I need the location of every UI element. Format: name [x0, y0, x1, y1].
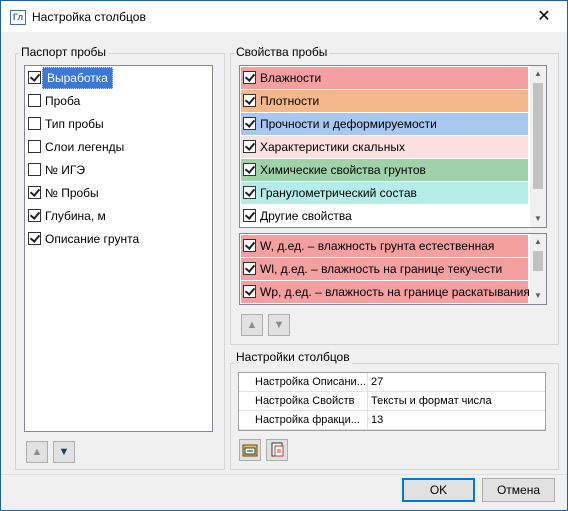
- property-group-item-label: Гранулометрический состав: [260, 186, 417, 200]
- property-group-item[interactable]: Плотности: [241, 90, 528, 112]
- checkbox[interactable]: [28, 186, 41, 199]
- checkbox[interactable]: [243, 117, 256, 130]
- passport-item-label: Описание грунта: [45, 232, 140, 246]
- close-icon[interactable]: ✕: [521, 1, 567, 32]
- property-column-item[interactable]: Wp, д.ед. – влажность на границе раскаты…: [241, 281, 530, 303]
- app-icon: Гл: [10, 10, 26, 25]
- passport-item-label: Глубина, м: [45, 209, 106, 223]
- property-group-item-label: Характеристики скальных: [260, 140, 406, 154]
- property-group-item[interactable]: Характеристики скальных: [241, 136, 528, 158]
- property-column-item[interactable]: Wl, д.ед. – влажность на границе текучес…: [241, 258, 528, 280]
- settings-row[interactable]: Настройка фракци... 13: [239, 411, 545, 430]
- title-bar: Гл Настройка столбцов ✕: [1, 1, 567, 32]
- bottom-separator: [1, 474, 567, 475]
- checkbox[interactable]: [28, 232, 41, 245]
- passport-item[interactable]: Слои легенды: [26, 136, 210, 158]
- ok-button[interactable]: OK: [402, 478, 475, 502]
- checkbox[interactable]: [28, 117, 41, 130]
- passport-item-label: Выработка: [42, 67, 113, 89]
- arrow-down-icon: ▼: [273, 319, 285, 331]
- cancel-button[interactable]: Отмена: [482, 478, 555, 502]
- passport-item-label: Тип пробы: [45, 117, 104, 131]
- checkbox[interactable]: [243, 209, 256, 222]
- window-title: Настройка столбцов: [32, 10, 146, 24]
- scroll-down-icon[interactable]: ▼: [530, 288, 546, 304]
- checkbox[interactable]: [243, 262, 256, 275]
- scroll-up-icon[interactable]: ▲: [530, 234, 546, 250]
- passport-item[interactable]: Описание грунта: [26, 228, 210, 250]
- property-group-item-label: Прочности и деформируемости: [260, 117, 437, 131]
- columns-scrollbar[interactable]: ▲ ▼: [530, 234, 546, 304]
- property-group-item-label: Химические свойства грунтов: [260, 163, 426, 177]
- save-icon: [271, 442, 284, 457]
- arrow-down-icon: ▼: [58, 446, 70, 458]
- property-columns-list[interactable]: Wp, д.ед. – влажность на границе раскаты…: [239, 233, 547, 305]
- dialog-window: Гл Настройка столбцов ✕ Паспорт пробы Вы…: [0, 0, 568, 511]
- properties-move-down-button[interactable]: ▼: [268, 314, 290, 336]
- property-group-item[interactable]: Влажности: [241, 67, 528, 89]
- scroll-thumb[interactable]: [533, 83, 543, 189]
- passport-item[interactable]: № Пробы: [26, 182, 210, 204]
- settings-row-value[interactable]: 27: [371, 373, 383, 391]
- scroll-up-icon[interactable]: ▲: [530, 66, 546, 82]
- property-group-item[interactable]: Другие свойства: [241, 205, 528, 227]
- property-group-item-label: Другие свойства: [260, 209, 352, 223]
- property-column-item-label: Wl, д.ед. – влажность на границе текучес…: [260, 262, 503, 276]
- passport-item[interactable]: Проба: [26, 90, 210, 112]
- checkbox[interactable]: [243, 140, 256, 153]
- passport-group-title: Паспорт пробы: [19, 45, 109, 59]
- property-group-item-label: Влажности: [260, 71, 322, 85]
- checkbox[interactable]: [243, 186, 256, 199]
- passport-item[interactable]: Выработка: [26, 67, 210, 89]
- property-groups-list[interactable]: Другие свойства Гранулометрический состав…: [239, 65, 547, 228]
- checkbox[interactable]: [28, 163, 41, 176]
- folder-open-icon: [242, 444, 258, 457]
- passport-item-label: № Пробы: [45, 186, 99, 200]
- groups-scrollbar[interactable]: ▲ ▼: [530, 66, 546, 227]
- property-group-item[interactable]: Прочности и деформируемости: [241, 113, 528, 135]
- settings-row-name: Настройка Свойств: [255, 392, 368, 410]
- passport-item-label: Проба: [45, 94, 81, 108]
- passport-move-up-button[interactable]: ▲: [26, 441, 48, 463]
- settings-group-title: Настройки столбцов: [234, 350, 352, 364]
- checkbox[interactable]: [28, 94, 41, 107]
- passport-item[interactable]: Глубина, м: [26, 205, 210, 227]
- load-settings-button[interactable]: [239, 439, 261, 461]
- passport-move-down-button[interactable]: ▼: [53, 441, 75, 463]
- checkbox[interactable]: [243, 71, 256, 84]
- settings-row[interactable]: Настройка Свойств Тексты и формат числа: [239, 392, 545, 411]
- settings-row-value[interactable]: 13: [371, 411, 383, 429]
- settings-row[interactable]: Настройка Описани... 27: [239, 373, 545, 392]
- passport-item-label: Слои легенды: [45, 140, 125, 154]
- checkbox[interactable]: [28, 140, 41, 153]
- property-group-item[interactable]: Гранулометрический состав: [241, 182, 528, 204]
- property-column-item-label: Wp, д.ед. – влажность на границе раскаты…: [260, 285, 530, 299]
- scroll-thumb[interactable]: [533, 251, 543, 271]
- scroll-down-icon[interactable]: ▼: [530, 211, 546, 227]
- arrow-up-icon: ▲: [31, 446, 43, 458]
- passport-item[interactable]: № ИГЭ: [26, 159, 210, 181]
- property-group-item[interactable]: Химические свойства грунтов: [241, 159, 528, 181]
- arrow-up-icon: ▲: [246, 319, 258, 331]
- property-group-item-label: Плотности: [260, 94, 320, 108]
- property-column-item[interactable]: W, д.ед. – влажность грунта естественная: [241, 235, 528, 257]
- passport-item[interactable]: Тип пробы: [26, 113, 210, 135]
- checkbox[interactable]: [243, 163, 256, 176]
- checkbox[interactable]: [28, 209, 41, 222]
- checkbox[interactable]: [243, 239, 256, 252]
- settings-property-grid[interactable]: Настройка Описани... 27 Настройка Свойств Т…: [238, 372, 546, 431]
- settings-row-value[interactable]: Тексты и формат числа: [371, 392, 492, 410]
- checkbox[interactable]: [243, 94, 256, 107]
- passport-list[interactable]: Выработка Проба Тип пробы Слои легенды № ИГЭ…: [24, 65, 213, 432]
- passport-item-label: № ИГЭ: [45, 163, 85, 177]
- properties-group-title: Свойства пробы: [234, 45, 330, 59]
- checkbox[interactable]: [28, 71, 41, 84]
- settings-row-name: Настройка Описани...: [255, 373, 368, 391]
- save-settings-button[interactable]: [266, 439, 288, 461]
- property-column-item-label: W, д.ед. – влажность грунта естественная: [260, 239, 495, 253]
- properties-move-up-button[interactable]: ▲: [241, 314, 263, 336]
- settings-row-name: Настройка фракци...: [255, 411, 368, 429]
- checkbox[interactable]: [243, 285, 256, 298]
